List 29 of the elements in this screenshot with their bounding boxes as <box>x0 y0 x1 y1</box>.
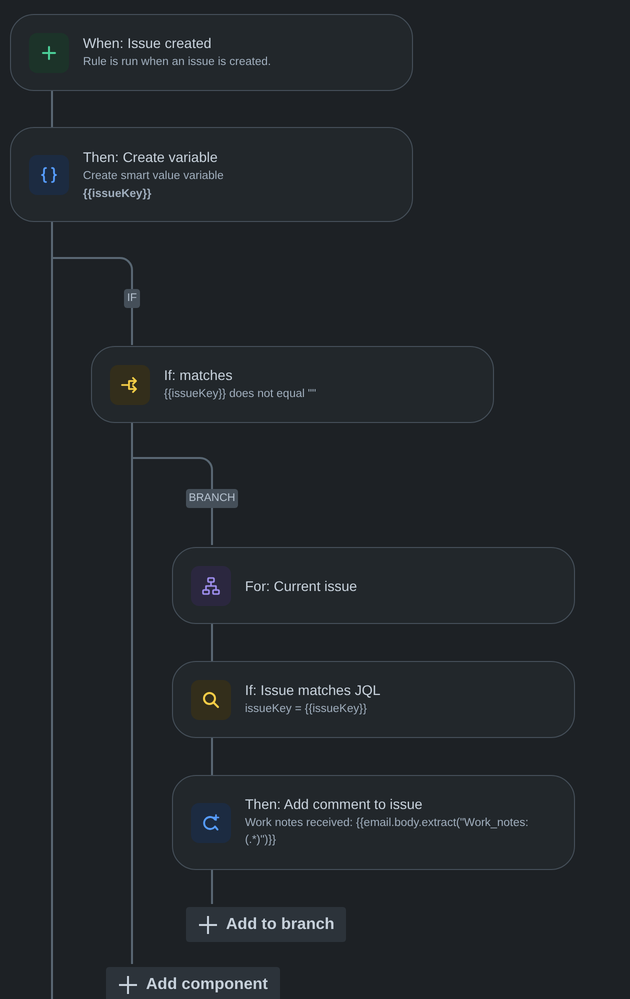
card-detail: {{issueKey}} <box>83 188 152 200</box>
card-description: Create smart value variable <box>83 169 224 184</box>
plus-icon <box>198 914 218 934</box>
hierarchy-icon <box>191 566 231 606</box>
rule-card[interactable]: If: Issue matches JQL issueKey = {{issueKey}} <box>172 661 575 738</box>
braces-icon <box>29 154 69 194</box>
rule-card[interactable]: Then: Add comment to issue Work notes received: {{email.body.extract("Work_notes: (.*)")}} <box>172 775 575 870</box>
card-title: When: Issue created <box>83 34 212 51</box>
card-description: Work notes received: {{email.body.extract("Work_notes: (.*)")}} <box>245 816 530 848</box>
card-title: Then: Create variable <box>83 149 219 166</box>
rule-card[interactable]: Then: Create variable Create smart value variable {{issueKey}} <box>10 127 413 222</box>
plus-icon <box>118 974 138 994</box>
add-button[interactable]: Add to branch <box>186 907 346 942</box>
card-title: If: Issue matches JQL <box>245 682 380 698</box>
card-title: If: matches <box>164 366 234 383</box>
comment-plus-icon <box>191 802 231 842</box>
rule-card[interactable]: When: Issue created Rule is run when an issue is created. <box>10 14 413 91</box>
rule-card[interactable]: For: Current issue <box>172 547 575 624</box>
card-description: Rule is run when an issue is created. <box>83 54 271 70</box>
plus-icon <box>29 32 69 72</box>
card-title: Then: Add comment to issue <box>245 796 424 812</box>
rule-card[interactable]: If: matches {{issueKey}} does not equal "" <box>91 346 494 423</box>
connector-label: IF <box>124 289 140 308</box>
add-button[interactable]: Add component <box>106 967 280 999</box>
card-title: For: Current issue <box>245 578 358 594</box>
search-icon <box>191 680 231 720</box>
card-description: {{issueKey}} does not equal "" <box>164 386 316 402</box>
connector-label: BRANCH <box>186 489 238 508</box>
card-description: issueKey = {{issueKey}} <box>245 702 368 717</box>
